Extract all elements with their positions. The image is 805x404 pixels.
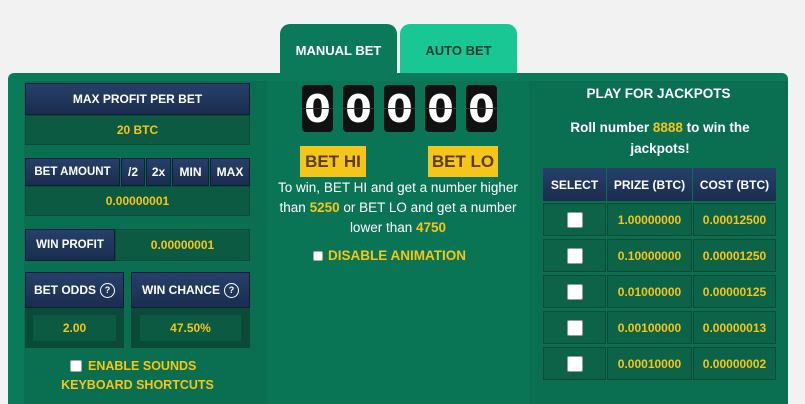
enable-sounds-label: ENABLE SOUNDS [88, 359, 197, 373]
jackpot-checkbox[interactable] [566, 283, 583, 300]
table-row-select[interactable] [543, 203, 606, 236]
top-background [0, 0, 805, 8]
disable-animation-label: DISABLE ANIMATION [328, 248, 466, 263]
jackpot-number: 8888 [652, 120, 683, 135]
bet-odds-box: 2.00 [25, 308, 124, 348]
bet-amount-input[interactable]: 0.00000001 [25, 186, 250, 216]
disable-animation-option[interactable]: DISABLE ANIMATION [313, 248, 466, 263]
max-profit-label: MAX PROFIT PER BET [25, 83, 250, 115]
enable-sounds-option[interactable]: ENABLE SOUNDS [70, 359, 196, 373]
keyboard-shortcuts-link[interactable]: KEYBOARD SHORTCUTS [25, 378, 250, 392]
prize-cell: 0.01000000 [607, 275, 692, 308]
roll-text-post: to win the jackpots! [630, 120, 750, 156]
jackpot-checkbox[interactable] [566, 247, 583, 264]
help-icon[interactable]: ? [100, 282, 115, 298]
roll-digit: 0 [302, 85, 333, 132]
roll-text-pre: Roll number [570, 120, 650, 135]
tab-manual-bet[interactable]: MANUAL BET [280, 24, 397, 76]
bet-hi-button[interactable]: BET HI [300, 146, 366, 177]
jackpots-description: Roll number 8888 to win the jackpots! [545, 117, 775, 159]
cost-cell: 0.00000125 [693, 275, 776, 308]
disable-animation-checkbox[interactable] [313, 250, 323, 261]
roll-digit: 0 [466, 85, 497, 132]
double-bet-button[interactable]: 2x [146, 158, 171, 186]
table-row-select[interactable] [543, 239, 606, 272]
bet-amount-label: BET AMOUNT [25, 158, 120, 186]
bet-odds-label: BET ODDS ? [25, 272, 124, 308]
win-chance-label: WIN CHANCE ? [131, 272, 250, 308]
table-row-select[interactable] [543, 311, 606, 344]
half-bet-button[interactable]: /2 [121, 158, 145, 186]
roll-digit: 0 [384, 85, 415, 132]
prize-column-header: PRIZE (BTC) [607, 168, 692, 201]
lo-threshold: 4750 [416, 220, 447, 235]
bet-instructions: To win, BET HI and get a number higher t… [267, 178, 529, 238]
roll-digit: 0 [425, 85, 456, 132]
cost-column-header: COST (BTC) [693, 168, 776, 201]
win-chance-input[interactable]: 47.50% [139, 314, 242, 342]
hi-threshold: 5250 [309, 200, 340, 215]
prize-cell: 0.10000000 [607, 239, 692, 272]
cost-cell: 0.00000002 [693, 347, 776, 380]
cost-cell: 0.00000013 [693, 311, 776, 344]
prize-cell: 0.00100000 [607, 311, 692, 344]
bet-odds-text: BET ODDS [33, 283, 96, 297]
win-profit-value: 0.00000001 [115, 229, 250, 261]
cost-cell: 0.00012500 [693, 203, 776, 236]
prize-cell: 0.00010000 [607, 347, 692, 380]
enable-sounds-checkbox[interactable] [70, 360, 82, 372]
max-profit-value: 20 BTC [25, 115, 250, 145]
min-bet-button[interactable]: MIN [172, 158, 209, 186]
jackpots-title: PLAY FOR JACKPOTS [586, 86, 731, 101]
bet-lo-button[interactable]: BET LO [428, 146, 498, 177]
jackpot-checkbox[interactable] [566, 211, 583, 228]
win-profit-label: WIN PROFIT [25, 229, 115, 261]
roll-digit: 0 [343, 85, 374, 132]
win-chance-box: 47.50% [131, 308, 250, 348]
jackpot-checkbox[interactable] [566, 355, 583, 372]
bet-odds-input[interactable]: 2.00 [32, 314, 117, 342]
win-chance-text: WIN CHANCE [142, 283, 220, 297]
table-row-select[interactable] [543, 275, 606, 308]
jackpot-checkbox[interactable] [566, 319, 583, 336]
cost-cell: 0.00001250 [693, 239, 776, 272]
table-row-select[interactable] [543, 347, 606, 380]
tab-auto-bet[interactable]: AUTO BET [400, 24, 517, 76]
select-column-header: SELECT [543, 168, 606, 201]
prize-cell: 1.00000000 [607, 203, 692, 236]
max-bet-button[interactable]: MAX [210, 158, 250, 186]
help-icon[interactable]: ? [224, 282, 239, 298]
